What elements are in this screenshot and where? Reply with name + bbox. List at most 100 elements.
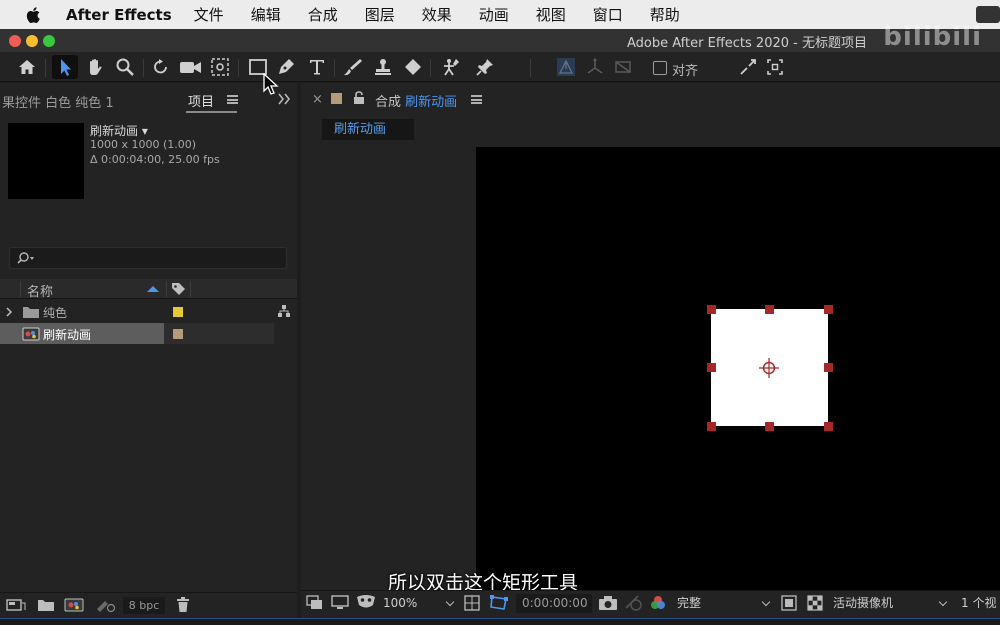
home-button[interactable] <box>14 55 40 79</box>
pan-behind-tool[interactable] <box>207 55 233 79</box>
label-color-swatch[interactable] <box>173 329 183 339</box>
menu-edit[interactable]: 编辑 <box>251 4 281 25</box>
brush-icon <box>344 59 362 76</box>
transform-handle[interactable] <box>707 422 716 431</box>
panel-menu-icon[interactable] <box>227 95 238 104</box>
transform-handle[interactable] <box>824 363 833 372</box>
selection-tool[interactable] <box>52 55 78 79</box>
label-tag-icon[interactable] <box>171 282 186 296</box>
primary-viewer-icon[interactable] <box>331 595 349 611</box>
chevron-down-icon <box>761 597 771 607</box>
menu-composition[interactable]: 合成 <box>308 4 338 25</box>
tab-effect-controls[interactable]: 果控件 白色 纯色 1 <box>2 92 114 111</box>
interpret-footage-icon[interactable] <box>6 598 26 612</box>
transform-handle[interactable] <box>824 305 833 314</box>
menu-help[interactable]: 帮助 <box>650 4 680 25</box>
trash-icon[interactable] <box>176 597 190 613</box>
brush-tool[interactable] <box>340 55 366 79</box>
eraser-tool[interactable] <box>399 55 425 79</box>
chevron-right-icon[interactable] <box>5 307 13 317</box>
list-item[interactable]: 纯色 <box>0 301 274 322</box>
menu-effect[interactable]: 效果 <box>422 4 452 25</box>
clone-stamp-icon <box>375 59 391 75</box>
transform-handle[interactable] <box>765 305 774 314</box>
app-name[interactable]: After Effects <box>66 6 172 24</box>
resolution-dropdown[interactable]: 完整 <box>677 594 773 612</box>
transform-handle[interactable] <box>707 363 716 372</box>
hand-icon <box>90 59 102 75</box>
snapping-button[interactable] <box>736 55 760 79</box>
snapshot-camera-icon[interactable] <box>598 595 618 611</box>
panel-overflow-icon[interactable] <box>277 93 291 105</box>
project-search-input[interactable] <box>9 247 287 269</box>
axis-mode-world[interactable] <box>582 55 608 79</box>
new-composition-icon[interactable] <box>64 598 84 612</box>
status-menu-icon[interactable] <box>976 6 1000 23</box>
chevron-down-icon <box>938 597 948 607</box>
comp-navigator-tab[interactable]: 刷新动画 <box>322 119 414 140</box>
always-preview-icon[interactable] <box>306 595 324 611</box>
close-window-button[interactable] <box>9 35 21 47</box>
camera-tool[interactable] <box>177 55 205 79</box>
roto-brush-tool[interactable] <box>436 55 464 79</box>
type-tool[interactable] <box>304 55 330 79</box>
sort-ascending-icon[interactable] <box>146 285 160 293</box>
anchor-point-icon[interactable] <box>758 357 780 379</box>
project-settings-icon[interactable] <box>95 597 117 613</box>
zoom-tool[interactable] <box>112 55 138 79</box>
comp-tab-name: 刷新动画 <box>405 95 458 110</box>
puppet-pin-tool[interactable] <box>472 55 498 79</box>
snap-icon <box>740 59 756 75</box>
clone-stamp-tool[interactable] <box>370 55 396 79</box>
new-folder-icon[interactable] <box>37 598 55 612</box>
magnification-dropdown[interactable]: 100% <box>383 594 457 612</box>
toggle-mask-path-icon[interactable] <box>489 594 509 612</box>
resolution-grid-icon[interactable] <box>463 594 481 612</box>
menu-view[interactable]: 视图 <box>536 4 566 25</box>
comp-label-swatch <box>331 93 342 104</box>
eraser-icon <box>405 59 421 75</box>
selection-icon <box>61 59 71 76</box>
zoom-window-button[interactable] <box>43 35 55 47</box>
column-name[interactable]: 名称 <box>27 281 53 300</box>
snap-options-button[interactable] <box>763 55 787 79</box>
selected-comp-name[interactable]: 刷新动画 ▾ <box>90 122 148 139</box>
align-checkbox[interactable] <box>653 61 667 75</box>
bilibili-watermark: bilibili <box>883 22 982 52</box>
close-tab-icon[interactable]: × <box>312 92 323 107</box>
menu-window[interactable]: 窗口 <box>593 4 623 25</box>
align-label: 对齐 <box>672 64 699 79</box>
flowchart-icon[interactable] <box>277 304 291 318</box>
rotation-tool[interactable] <box>148 55 174 79</box>
local-axis-icon <box>557 58 575 76</box>
transform-handle[interactable] <box>824 422 833 431</box>
bottom-status-strip <box>0 618 1000 625</box>
transform-handle[interactable] <box>707 305 716 314</box>
label-color-swatch[interactable] <box>173 307 183 317</box>
color-channels-icon[interactable] <box>649 594 667 612</box>
chevron-down-icon <box>445 597 455 607</box>
type-icon <box>310 60 324 75</box>
transparency-grid-icon[interactable] <box>806 594 824 612</box>
view-layout-dropdown[interactable]: 1 个视 <box>961 594 1000 612</box>
lock-icon[interactable] <box>353 91 365 105</box>
comp-panel-menu-icon[interactable] <box>471 95 482 104</box>
menu-layer[interactable]: 图层 <box>365 4 395 25</box>
axis-mode-local[interactable] <box>553 55 579 79</box>
list-item[interactable]: 刷新动画 <box>0 323 274 344</box>
transform-handle[interactable] <box>765 422 774 431</box>
tab-project[interactable]: 项目 <box>188 91 214 110</box>
axis-mode-view[interactable] <box>610 55 636 79</box>
mask-visibility-icon[interactable] <box>356 594 376 610</box>
menu-file[interactable]: 文件 <box>194 4 224 25</box>
minimize-window-button[interactable] <box>26 35 38 47</box>
apple-icon[interactable] <box>24 5 44 25</box>
show-snapshot-icon[interactable] <box>624 594 644 612</box>
current-time-display[interactable]: 0:00:00:00 <box>516 594 592 613</box>
hand-tool[interactable] <box>82 55 108 79</box>
bit-depth-button[interactable]: 8 bpc <box>123 597 165 614</box>
camera-view-dropdown[interactable]: 活动摄像机 <box>833 594 950 612</box>
menu-animation[interactable]: 动画 <box>479 4 509 25</box>
composition-tab[interactable]: 合成 刷新动画 <box>375 91 457 110</box>
region-of-interest-icon[interactable] <box>780 594 798 612</box>
